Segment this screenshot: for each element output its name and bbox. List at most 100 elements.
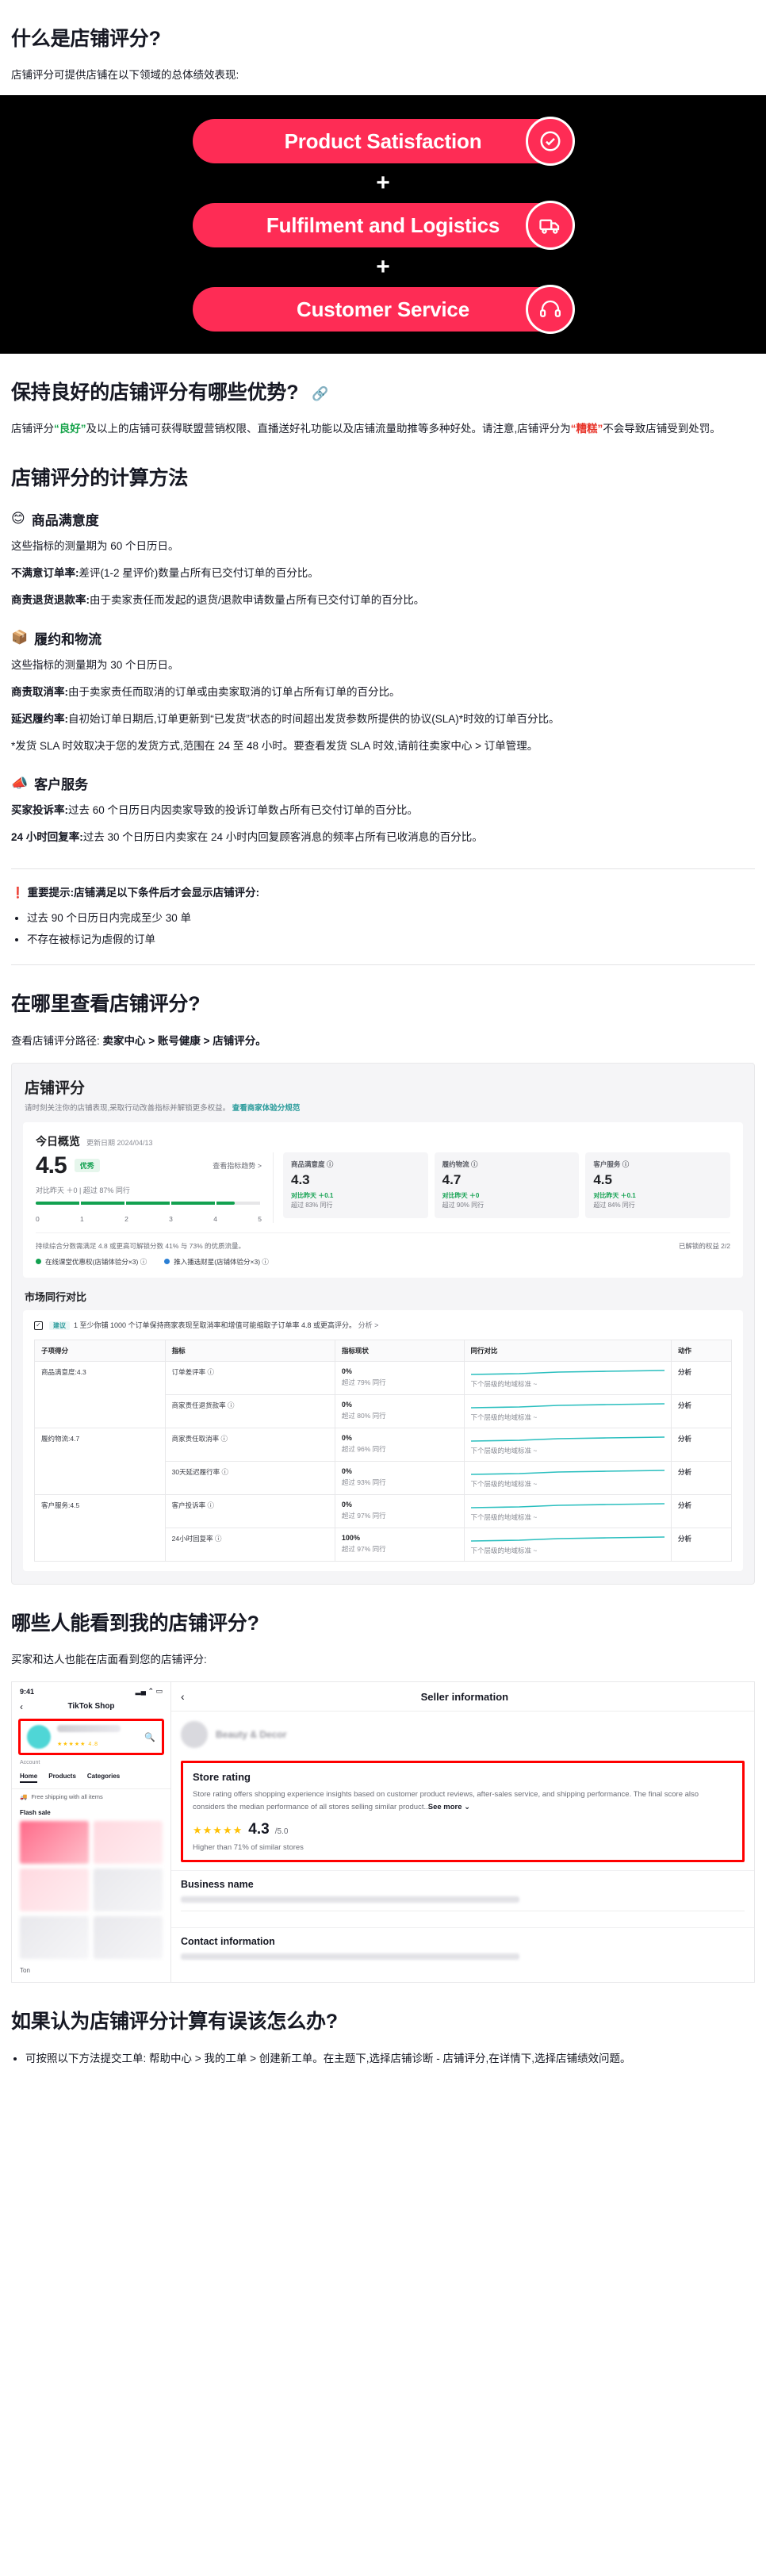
cell-peer: 下个层级的地域标准 ~ bbox=[463, 1493, 672, 1528]
axis-tick: 1 bbox=[80, 1214, 84, 1223]
tab-home[interactable]: Home bbox=[20, 1773, 38, 1784]
axis-tick: 4 bbox=[213, 1214, 217, 1223]
value-sub: 超过 79% 同行 bbox=[341, 1378, 386, 1386]
metric-sub: 对比昨天 ＋0 超过 90% 同行 bbox=[442, 1191, 572, 1212]
cell-action[interactable]: 分析 bbox=[670, 1527, 733, 1562]
overview-header: 今日概览 更新日期 2024/04/13 bbox=[36, 1133, 730, 1149]
product-tile[interactable] bbox=[94, 1869, 163, 1912]
rating-score: 4.3 bbox=[248, 1821, 270, 1838]
group-label: 商品满意度 bbox=[31, 512, 99, 528]
plus-separator-1: + bbox=[376, 170, 390, 197]
product-tile[interactable] bbox=[94, 1821, 163, 1865]
tab-products[interactable]: Products bbox=[48, 1773, 76, 1783]
search-icon[interactable]: 🔍 bbox=[144, 1732, 155, 1742]
metric-delta: 对比昨天 ＋0.1 bbox=[291, 1191, 334, 1199]
note-title: ❗ 重要提示:店铺满足以下条件后才会显示店铺评分: bbox=[11, 884, 755, 899]
link-icon[interactable]: 🔗 bbox=[312, 385, 328, 402]
store-name: Beauty & Decor bbox=[216, 1729, 287, 1741]
section-heading-who-sees: 哪些人能看到我的店铺评分? bbox=[11, 1612, 259, 1635]
trend-link[interactable]: 查看指标趋势 > bbox=[213, 1160, 262, 1171]
chevron-left-icon[interactable]: ‹ bbox=[20, 1701, 23, 1712]
bar-axis: 0 1 2 3 4 5 bbox=[36, 1215, 262, 1223]
product-tile[interactable] bbox=[20, 1869, 89, 1912]
benefit-tags: 在线课堂优惠权(店铺体验分×3) ⓘ 推入播选财星(店铺体验分×3) ⓘ bbox=[36, 1257, 730, 1267]
cell-metric: 商家责任取消率 ⓘ bbox=[164, 1427, 335, 1462]
table-header-row: 子项得分 指标 指标现状 同行对比 动作 bbox=[34, 1339, 733, 1362]
shipping-banner: 🚚 Free shipping with all items bbox=[12, 1789, 170, 1804]
line-0-2: 商责退货退款率:由于卖家责任而发起的退货/退款申请数量占所有已交付订单的百分比。 bbox=[11, 591, 755, 611]
product-tile[interactable] bbox=[20, 1821, 89, 1865]
value: 100% bbox=[341, 1533, 360, 1542]
spec-link[interactable]: 查看商家体验分规范 bbox=[232, 1104, 301, 1113]
product-tile[interactable] bbox=[94, 1916, 163, 1960]
group-title-fulfilment: 📦 履约和物流 bbox=[11, 628, 755, 648]
cellular-wifi-battery-icon: ▂▄ ⌃ ▭ bbox=[135, 1687, 163, 1696]
value: 0% bbox=[341, 1400, 352, 1409]
cell-value: 0% 超过 93% 同行 bbox=[334, 1460, 465, 1495]
overview-date: 更新日期 2024/04/13 bbox=[86, 1138, 153, 1147]
sparkline-icon bbox=[470, 1403, 665, 1409]
flash-sale-title: Flash sale bbox=[20, 1809, 51, 1817]
sparkline-icon bbox=[470, 1436, 665, 1442]
suggestion-text: 1 至少你铺 1000 个订单保持商家表现至取消率和增值可能缩取子订单率 4.8… bbox=[74, 1321, 357, 1329]
contact-info-title: Contact information bbox=[181, 1936, 275, 1948]
overall-score-block: 4.5 优秀 查看指标趋势 > 对比昨天 ＋0 | 超过 87% 同行 0 1 … bbox=[36, 1152, 274, 1223]
metrics-table: 子项得分 指标 指标现状 同行对比 动作 商品满意度:4.3 订单差评率 ⓘ 0… bbox=[34, 1339, 733, 1562]
cell-metric: 24小时回复率 ⓘ bbox=[164, 1527, 335, 1562]
page-title: 什么是店铺评分? bbox=[11, 28, 161, 50]
score-compare: 对比昨天 ＋0 | 超过 87% 同行 bbox=[36, 1186, 130, 1194]
line-0-1: 不满意订单率:差评(1-2 星评价)数量占所有已交付订单的百分比。 bbox=[11, 564, 755, 584]
metric-label: 商品满意度 ⓘ bbox=[291, 1160, 334, 1168]
sparkline-icon bbox=[470, 1470, 665, 1475]
note-item: 过去 90 个日历日内完成至少 30 单 bbox=[27, 907, 755, 929]
pill-customer-service: Customer Service bbox=[193, 285, 575, 335]
pill-label: Product Satisfaction bbox=[284, 128, 482, 153]
value-sub: 超过 97% 同行 bbox=[341, 1544, 386, 1553]
section-heading-calculation: 店铺评分的计算方法 bbox=[11, 467, 189, 490]
note-item: 不存在被标记为虐假的订单 bbox=[27, 929, 755, 950]
lead: 24 小时回复率: bbox=[11, 831, 83, 844]
cell-peer: 下个层级的地域标准 ~ bbox=[463, 1427, 672, 1462]
cell-action[interactable]: 分析 bbox=[670, 1460, 733, 1495]
section-heading-where: 在哪里查看店铺评分? bbox=[11, 993, 201, 1016]
checkbox-icon[interactable]: ✓ bbox=[34, 1321, 43, 1330]
benefits-note: 持续综合分数需满足 4.8 或更高可解锁分数 41% 与 73% 的优质流量。 bbox=[36, 1241, 246, 1250]
note-list: 过去 90 个日历日内完成至少 30 单 不存在被标记为虐假的订单 bbox=[11, 907, 755, 950]
truck-icon: 🚚 bbox=[20, 1793, 28, 1801]
article-page: 什么是店铺评分? 店铺评分可提供店铺在以下领域的总体绩效表现: Product … bbox=[0, 27, 766, 2104]
score-bar bbox=[36, 1201, 262, 1213]
contact-info-value-blurred bbox=[181, 1953, 519, 1961]
warning-icon: ❗ bbox=[11, 887, 25, 899]
lead: 延迟履约率: bbox=[11, 712, 68, 725]
col-metric: 指标 bbox=[164, 1339, 335, 1362]
pill-fulfilment-logistics: Fulfilment and Logistics bbox=[193, 201, 575, 251]
cell-peer: 下个层级的地域标准 ~ bbox=[463, 1393, 672, 1428]
section-heading-benefits: 保持良好的店铺评分有哪些优势? 🔗 bbox=[11, 381, 755, 405]
see-more-link[interactable]: See more ⌄ bbox=[428, 1803, 470, 1811]
overall-score: 4.5 bbox=[36, 1152, 67, 1179]
peer-label: 下个层级的地域标准 ~ bbox=[470, 1379, 538, 1388]
cell-action[interactable]: 分析 bbox=[670, 1427, 733, 1462]
cell-action[interactable]: 分析 bbox=[670, 1393, 733, 1428]
table-row: 客户服务:4.5 客户投诉率 ⓘ 0% 超过 97% 同行 下个层级的地域标准 ~… bbox=[34, 1493, 733, 1562]
cell-action[interactable]: 分析 bbox=[670, 1493, 733, 1528]
tab-categories[interactable]: Categories bbox=[87, 1773, 120, 1783]
suggestion-more-link[interactable]: 分析 > bbox=[358, 1321, 379, 1329]
txt-c: 不会导致店铺受到处罚。 bbox=[603, 423, 721, 435]
bar-ticks bbox=[36, 1201, 262, 1205]
txt-b: 及以上的店铺可获得联盟营销权限、直播送好礼功能以及店铺流量助推等多种好处。请注意… bbox=[86, 423, 571, 435]
tag-label: 推入播选财星(店铺体验分×3) ⓘ bbox=[174, 1257, 269, 1266]
metric-label: 履约物流 ⓘ bbox=[442, 1160, 478, 1168]
status-time: 9:41 bbox=[20, 1687, 35, 1696]
avatar bbox=[181, 1721, 208, 1749]
shot-subtitle: 请时刻关注你的店铺表现,采取行动改善指标并解锁更多权益。 查看商家体验分规范 bbox=[25, 1102, 743, 1113]
store-rating-highlight-left: ★★★★★ 4.8 🔍 bbox=[18, 1719, 164, 1756]
text: 由于卖家责任而发起的退货/退款申请数量占所有已交付订单的百分比。 bbox=[90, 593, 425, 606]
cell-value: 0% 超过 96% 同行 bbox=[334, 1427, 465, 1462]
product-tile[interactable] bbox=[20, 1916, 89, 1960]
peer-label: 下个层级的地域标准 ~ bbox=[470, 1446, 538, 1455]
phone-mockups: 9:41 ▂▄ ⌃ ▭ ‹ TikTok Shop ★★★★★ 4.8 🔍 Ac… bbox=[11, 1681, 755, 1984]
section-benefits: 保持良好的店铺评分有哪些优势? 🔗 店铺评分“良好”及以上的店铺可获得联盟营销权… bbox=[0, 381, 766, 2069]
cell-action[interactable]: 分析 bbox=[670, 1360, 733, 1395]
text: 差评(1-2 星评价)数量占所有已交付订单的百分比。 bbox=[79, 566, 319, 579]
